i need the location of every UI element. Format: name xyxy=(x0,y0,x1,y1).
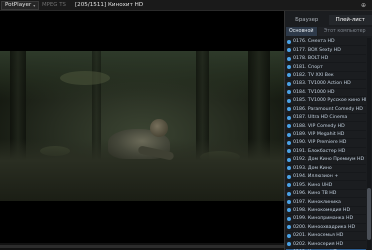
channel-dot-icon xyxy=(287,98,291,103)
channel-dot-icon xyxy=(287,81,291,86)
panel-tabs: Браузер Плей-лист xyxy=(285,15,372,25)
video-frame[interactable] xyxy=(0,51,284,201)
channel-dot-icon xyxy=(287,73,291,78)
playlist-item-label: 0201. Киносемья HD xyxy=(293,233,344,239)
channel-dot-icon xyxy=(287,39,291,44)
playlist-item[interactable]: 0195. Кино UHD xyxy=(286,181,366,190)
channel-dot-icon xyxy=(287,124,291,129)
chevron-down-icon: ▾ xyxy=(33,3,36,8)
playlist-item-label: 0183. TV1000 Action HD xyxy=(293,81,351,87)
channel-dot-icon xyxy=(287,115,291,120)
playlist-item[interactable]: 0185. TV1000 Русское кино HD xyxy=(286,97,366,106)
channel-dot-icon xyxy=(287,65,291,70)
playlist-item-label: 0177. BOX Sexty HD xyxy=(293,47,341,53)
playlist-item-label: 0185. TV1000 Русское кино HD xyxy=(293,98,366,104)
channel-dot-icon xyxy=(287,157,291,162)
playlist-scroll-thumb[interactable] xyxy=(367,188,371,240)
pin-icon[interactable]: ⊕ xyxy=(361,0,366,11)
video-figure-head xyxy=(150,119,168,137)
playlist-item[interactable]: 0192. Дом Кино Премиум HD xyxy=(286,156,366,165)
playlist-item[interactable]: 0200. Киноохвадрика HD xyxy=(286,224,366,233)
playlist-item[interactable]: 0177. BOX Sexty HD xyxy=(286,46,366,55)
playlist-item[interactable]: 0190. VIP Premiere HD xyxy=(286,139,366,148)
playlist-item-label: 0187. Ultra HD Cinema xyxy=(293,115,348,121)
playlist-item[interactable]: 0188. VIP Comedy HD xyxy=(286,122,366,131)
playlist-scrollbar[interactable] xyxy=(367,38,371,250)
channel-dot-icon xyxy=(287,216,291,221)
channel-dot-icon xyxy=(287,90,291,95)
app-menu-button[interactable]: PotPlayer ▾ xyxy=(1,1,40,10)
app-menu-label: PotPlayer xyxy=(5,2,32,8)
channel-dot-icon xyxy=(287,56,291,61)
playlist-item-label: 0186. Paramount Comedy HD xyxy=(293,106,363,112)
playlist-item-label: 0194. Иллюзион + xyxy=(293,174,339,180)
playlist-item-label: 0202. Киносерия HD xyxy=(293,241,344,247)
playlist-item-label: 0190. VIP Premiere HD xyxy=(293,140,347,146)
progress-track[interactable] xyxy=(0,245,284,248)
channel-dot-icon xyxy=(287,200,291,205)
channel-dot-icon xyxy=(287,149,291,154)
playlist-item-label: 0198. Кинокомедия HD xyxy=(293,207,351,213)
channel-dot-icon xyxy=(287,48,291,53)
title-bar: PotPlayer ▾ MPEG TS [205/1511] Кинохит H… xyxy=(0,0,372,11)
playlist-item[interactable]: 0202. Киносерия HD xyxy=(286,241,366,249)
playlist-item[interactable]: 0178. BOLT HD xyxy=(286,55,366,64)
playlist-item-label: 0188. VIP Comedy HD xyxy=(293,123,345,129)
channel-dot-icon xyxy=(287,166,291,171)
playlist-item-label: 0197. Киноклиника xyxy=(293,199,341,205)
playlist-item[interactable]: 0201. Киносемья HD xyxy=(286,232,366,241)
playlist-item[interactable]: 0183. TV1000 Action HD xyxy=(286,80,366,89)
playlist-item[interactable]: 0186. Paramount Comedy HD xyxy=(286,106,366,114)
video-area[interactable] xyxy=(0,11,284,250)
channel-dot-icon xyxy=(287,225,291,230)
channel-dot-icon xyxy=(287,242,291,247)
channel-dot-icon xyxy=(287,191,291,196)
playlist-item-label: 0176. Смехта HD xyxy=(293,39,335,45)
playlist-item-label: 0178. BOLT HD xyxy=(293,56,329,62)
playlist-item-label: 0191. Блокбастер HD xyxy=(293,148,346,154)
playlist-item-label: 0193. Дом Кино xyxy=(293,165,332,171)
playlist-item[interactable]: 0191. Блокбастер HD xyxy=(286,148,366,157)
window-title: [205/1511] Кинохит HD xyxy=(75,2,144,8)
channel-dot-icon xyxy=(287,132,291,137)
subtab-main[interactable]: Основной xyxy=(286,27,317,36)
subtab-this-computer[interactable]: Этот компьютер xyxy=(317,27,372,36)
video-canopy xyxy=(0,51,284,101)
channel-dot-icon xyxy=(287,140,291,145)
playlist-item[interactable]: 0194. Иллюзион + xyxy=(286,173,366,182)
playlist-item[interactable]: 0187. Ultra HD Cinema xyxy=(286,114,366,123)
seek-bar[interactable] xyxy=(0,243,284,250)
tab-browser[interactable]: Браузер xyxy=(285,15,329,25)
playlist-sub-tabs: Основной Этот компьютер xyxy=(286,27,372,36)
playlist-item[interactable]: 0197. Киноклиника xyxy=(286,198,366,207)
channel-dot-icon xyxy=(287,107,291,112)
playlist-item[interactable]: 0182. TV XXI Век xyxy=(286,72,366,81)
playlist-item-label: 0189. VIP Megahit HD xyxy=(293,132,345,138)
playlist-item-label: 0199. Киноприманка HD xyxy=(293,216,354,222)
playlist-item-label: 0181. Спорт xyxy=(293,64,323,70)
channel-dot-icon xyxy=(287,183,291,188)
playlist-item[interactable]: 0181. Спорт xyxy=(286,63,366,72)
playlist-item-label: 0195. Кино UHD xyxy=(293,182,333,188)
channel-dot-icon xyxy=(287,233,291,238)
channel-dot-icon xyxy=(287,208,291,213)
playlist-item-label: 0182. TV XXI Век xyxy=(293,72,334,78)
playlist-item-label: 0192. Дом Кино Премиум HD xyxy=(293,157,365,163)
playlist-item[interactable]: 0176. Смехта HD xyxy=(286,38,366,47)
playlist-item[interactable]: 0189. VIP Megahit HD xyxy=(286,131,366,140)
playlist-item-label: 0196. Кино ТВ HD xyxy=(293,191,337,197)
playlist-item[interactable]: 0184. TV1000 HD xyxy=(286,89,366,98)
video-foliage xyxy=(60,71,110,85)
playlist-panel: Браузер Плей-лист Основной Этот компьютер … xyxy=(284,11,372,250)
codec-label: MPEG TS xyxy=(42,2,66,8)
playlist-item-label: 0200. Киноохвадрика HD xyxy=(293,224,356,230)
playlist-list: 0176. Смехта HD 0177. BOX Sexty HD 0178. B… xyxy=(286,38,366,250)
playlist-item[interactable]: 0196. Кино ТВ HD xyxy=(286,190,366,199)
tab-playlist[interactable]: Плей-лист xyxy=(328,15,372,25)
playlist-item[interactable]: 0199. Киноприманка HD xyxy=(286,215,366,224)
playlist-item[interactable]: 0193. Дом Кино xyxy=(286,165,366,173)
playlist-item[interactable]: 0198. Кинокомедия HD xyxy=(286,207,366,216)
channel-dot-icon xyxy=(287,174,291,179)
playlist-item-label: 0184. TV1000 HD xyxy=(293,89,335,95)
